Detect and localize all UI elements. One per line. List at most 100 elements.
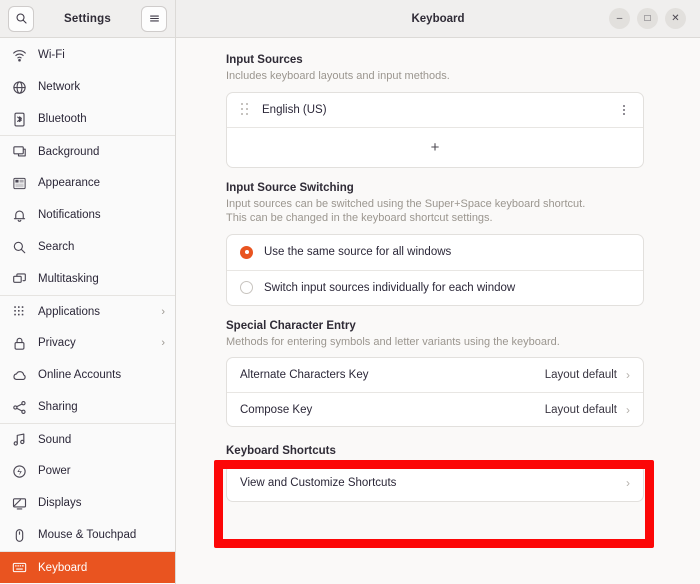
sidebar-item-mouse-touchpad[interactable]: Mouse & Touchpad [0,519,175,551]
row-label: Compose Key [240,403,313,416]
radio-option-same-source[interactable]: Use the same source for all windows [227,235,643,270]
maximize-icon: □ [644,12,651,24]
row-value: Layout default [544,403,617,416]
window-controls: – □ ✕ [609,8,692,29]
sidebar-item-online-accounts[interactable]: Online Accounts [0,359,175,391]
sidebar-item-appearance[interactable]: Appearance [0,167,175,199]
network-globe-icon [12,80,27,95]
overflow-menu-icon[interactable] [618,104,630,115]
keyboard-icon [12,560,27,575]
radio-option-per-window[interactable]: Switch input sources individually for ea… [227,269,643,305]
keyboard-shortcuts-card: View and Customize Shortcuts › [226,464,644,502]
main-menu-button[interactable] [141,5,167,32]
chevron-right-icon: › [626,368,630,382]
multitasking-icon [12,272,27,287]
radio-label: Switch input sources individually for ea… [264,281,516,294]
chevron-right-icon: › [161,305,165,318]
cloud-icon [12,368,27,383]
wifi-icon [12,48,27,63]
sidebar-item-keyboard[interactable]: Keyboard [0,551,175,583]
sidebar-item-applications[interactable]: Applications › [0,295,175,327]
sidebar-item-search[interactable]: Search [0,231,175,263]
section-description: Includes keyboard layouts and input meth… [226,70,450,82]
row-label: View and Customize Shortcuts [240,477,397,489]
sidebar-item-label: Search [38,241,75,253]
window-titlebar: Keyboard – □ ✕ [176,0,700,38]
sidebar-item-sound[interactable]: Sound [0,423,175,455]
compose-key-row[interactable]: Compose Key Layout default › [227,392,643,426]
sidebar-item-privacy[interactable]: Privacy › [0,327,175,359]
special-character-card: Alternate Characters Key Layout default … [226,357,644,427]
bluetooth-icon [12,112,27,127]
radio-unselected-icon[interactable] [240,281,253,294]
sidebar-item-background[interactable]: Background [0,135,175,167]
input-source-label: English (US) [262,103,327,116]
sidebar-item-label: Background [38,145,100,158]
sidebar-item-label: Keyboard [38,561,88,574]
sidebar-item-multitasking[interactable]: Multitasking [0,263,175,295]
sidebar-item-label: Network [38,81,81,93]
lock-icon [12,336,27,351]
bell-icon [12,208,27,223]
alternate-characters-key-row[interactable]: Alternate Characters Key Layout default … [227,358,643,392]
description-line-1: Input sources can be switched using the … [226,197,586,210]
radio-selected-icon[interactable] [240,245,253,259]
background-icon [12,144,27,159]
sidebar-item-label: Online Accounts [38,369,122,381]
chevron-right-icon: › [626,402,630,417]
sidebar-item-bluetooth[interactable]: Bluetooth [0,103,175,135]
sidebar-item-label: Displays [38,497,82,509]
maximize-button[interactable]: □ [637,8,658,29]
section-title: Input Source Switching [226,181,354,194]
sidebar-item-label: Power [38,465,71,477]
sidebar-item-label: Applications [38,305,101,318]
sidebar-item-sharing[interactable]: Sharing [0,391,175,423]
applications-grid-icon [12,304,27,319]
settings-window: Settings Wi-Fi Network Bluetooth Background… [0,0,700,584]
chevron-right-icon: › [626,476,630,490]
sidebar-title: Settings [64,12,111,25]
close-button[interactable]: ✕ [665,8,686,29]
section-title: Special Character Entry [226,319,356,332]
input-source-switching-section: Input Source Switching Input sources can… [226,182,644,306]
sidebar-item-label: Notifications [38,209,101,221]
sidebar-item-list: Wi-Fi Network Bluetooth Background Appearanc… [0,38,175,584]
power-icon [12,464,27,479]
search-icon [15,12,28,25]
mouse-icon [12,528,27,543]
switching-options-card: Use the same source for all windows Swit… [226,233,644,306]
add-input-source-button[interactable]: + [227,126,643,167]
search-button[interactable] [8,5,34,32]
sidebar-item-label: Wi-Fi [38,49,65,61]
special-character-entry-section: Special Character Entry Methods for ente… [226,319,644,427]
search-icon [12,240,27,255]
section-description: Input sources can be switched using the … [226,197,644,226]
sidebar-item-wi-fi[interactable]: Wi-Fi [0,39,175,71]
sidebar-item-notifications[interactable]: Notifications [0,199,175,231]
input-source-row[interactable]: English (US) [227,93,643,127]
input-sources-card: English (US) + [226,91,644,168]
section-description: Methods for entering symbols and letter … [226,335,560,348]
view-customize-shortcuts-row[interactable]: View and Customize Shortcuts › [227,465,643,501]
close-icon: ✕ [671,12,680,24]
keyboard-shortcuts-section: Keyboard Shortcuts View and Customize Sh… [226,445,644,502]
main-pane: Keyboard – □ ✕ Input Sources Includes ke… [176,0,700,584]
minimize-icon: – [616,12,623,24]
input-sources-section: Input Sources Includes keyboard layouts … [226,54,644,168]
sidebar-item-label: Sound [38,433,72,446]
drag-handle-icon[interactable] [240,103,250,116]
sidebar-item-label: Privacy [38,337,76,349]
appearance-icon [12,176,27,191]
row-value: Layout default [544,369,617,381]
sidebar-item-displays[interactable]: Displays [0,487,175,519]
row-label: Alternate Characters Key [240,369,369,381]
share-icon [12,400,27,415]
sidebar-item-label: Multitasking [38,273,99,285]
sidebar-item-label: Mouse & Touchpad [38,529,137,541]
plus-icon: + [430,138,440,156]
minimize-button[interactable]: – [609,8,630,29]
radio-label: Use the same source for all windows [264,246,452,258]
sidebar-item-power[interactable]: Power [0,455,175,487]
sidebar-item-network[interactable]: Network [0,71,175,103]
sidebar: Settings Wi-Fi Network Bluetooth Background… [0,0,176,584]
